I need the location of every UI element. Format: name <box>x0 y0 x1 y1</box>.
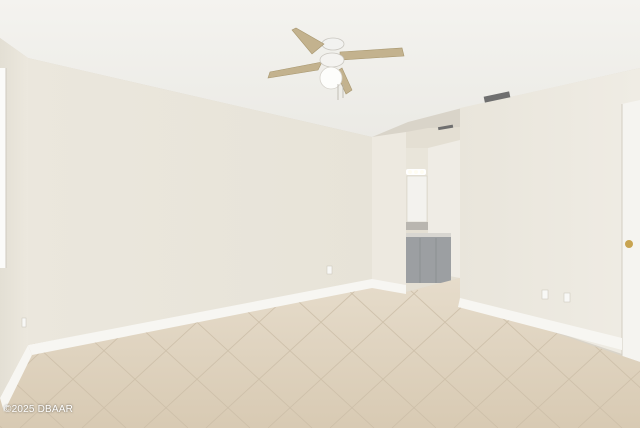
wall-outlet-right-2 <box>563 292 571 303</box>
room-illustration <box>0 0 640 428</box>
vanity-cabinet <box>406 233 451 283</box>
room-photo: ©2025 DBAAR <box>0 0 640 428</box>
wall-outlet-right-1 <box>541 289 549 300</box>
door-knob <box>625 240 633 248</box>
fan-light <box>319 66 343 90</box>
closet-door <box>622 100 640 362</box>
wall-column <box>372 132 406 292</box>
wall-outlet-left <box>21 317 27 328</box>
window-edge <box>0 68 6 268</box>
bathroom-mirror <box>406 175 428 223</box>
wall-outlet <box>326 265 333 275</box>
photo-watermark: ©2025 DBAAR <box>4 404 74 415</box>
